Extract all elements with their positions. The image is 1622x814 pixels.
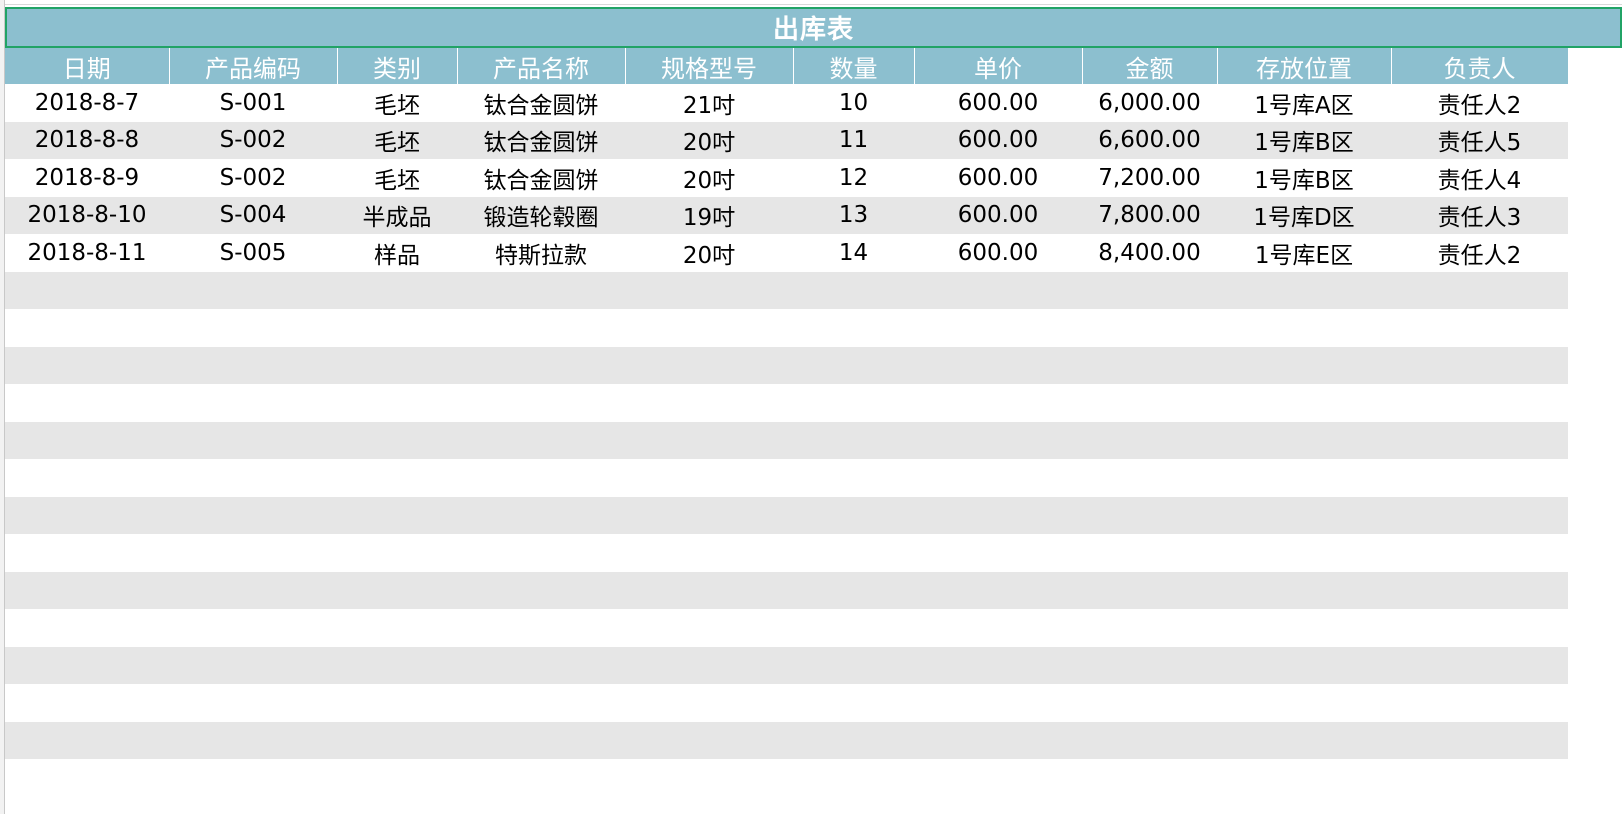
- table-cell[interactable]: 毛坯: [337, 159, 457, 197]
- table-cell[interactable]: 1号库D区: [1217, 196, 1391, 234]
- table-cell[interactable]: S-002: [169, 159, 337, 197]
- table-cell[interactable]: 2018-8-9: [5, 159, 169, 197]
- empty-cell[interactable]: [5, 609, 1568, 647]
- empty-row: [5, 721, 1568, 759]
- empty-cell[interactable]: [5, 496, 1568, 534]
- table-cell[interactable]: S-005: [169, 234, 337, 272]
- table-cell[interactable]: 20吋: [625, 234, 793, 272]
- table-cell[interactable]: 600.00: [914, 196, 1082, 234]
- table-cell[interactable]: 12: [793, 159, 914, 197]
- table-cell[interactable]: 1号库B区: [1217, 121, 1391, 159]
- table-cell[interactable]: 2018-8-7: [5, 84, 169, 122]
- table-cell[interactable]: 1号库E区: [1217, 234, 1391, 272]
- column-header[interactable]: 金额: [1082, 48, 1218, 84]
- column-header[interactable]: 规格型号: [625, 48, 794, 84]
- column-header[interactable]: 类别: [337, 48, 458, 84]
- spreadsheet-sheet: 出库表 日期 产品编码 类别 产品名称 规格型号 数量 单价 金额 存放位置 负…: [0, 0, 1622, 814]
- column-header[interactable]: 负责人: [1391, 48, 1569, 84]
- table-cell[interactable]: S-001: [169, 84, 337, 122]
- table-cell[interactable]: 6,600.00: [1082, 121, 1217, 159]
- table-cell[interactable]: 20吋: [625, 159, 793, 197]
- table-cell[interactable]: 责任人4: [1391, 159, 1568, 197]
- column-header[interactable]: 日期: [5, 48, 170, 84]
- empty-row: [5, 459, 1568, 497]
- table-cell[interactable]: 600.00: [914, 159, 1082, 197]
- empty-row: [5, 384, 1568, 422]
- column-header[interactable]: 产品名称: [457, 48, 626, 84]
- table-cell[interactable]: 600.00: [914, 84, 1082, 122]
- table-cell[interactable]: 责任人2: [1391, 234, 1568, 272]
- empty-row: [5, 646, 1568, 684]
- table-cell[interactable]: 8,400.00: [1082, 234, 1217, 272]
- table-cell[interactable]: 7,200.00: [1082, 159, 1217, 197]
- empty-cell[interactable]: [5, 459, 1568, 497]
- table-cell[interactable]: 19吋: [625, 196, 793, 234]
- empty-row: [5, 571, 1568, 609]
- empty-row: [5, 421, 1568, 459]
- empty-row: [5, 271, 1568, 309]
- empty-cell[interactable]: [5, 384, 1568, 422]
- empty-cell[interactable]: [5, 646, 1568, 684]
- empty-row: [5, 346, 1568, 384]
- table-cell[interactable]: 2018-8-10: [5, 196, 169, 234]
- table-cell[interactable]: 毛坯: [337, 84, 457, 122]
- table-cell[interactable]: 责任人2: [1391, 84, 1568, 122]
- empty-row: [5, 496, 1568, 534]
- column-header[interactable]: 单价: [914, 48, 1083, 84]
- table-cell[interactable]: 600.00: [914, 234, 1082, 272]
- column-header-strip: [0, 0, 1622, 5]
- empty-cell[interactable]: [5, 571, 1568, 609]
- table-cell[interactable]: 毛坯: [337, 121, 457, 159]
- table-row: 2018-8-8 S-002 毛坯 钛合金圆饼 20吋 11 600.00 6,…: [5, 121, 1568, 159]
- table-cell[interactable]: 钛合金圆饼: [457, 121, 625, 159]
- table-cell[interactable]: 1号库B区: [1217, 159, 1391, 197]
- empty-cell[interactable]: [5, 309, 1568, 347]
- empty-cell[interactable]: [5, 346, 1568, 384]
- table-cell[interactable]: 责任人3: [1391, 196, 1568, 234]
- empty-cell[interactable]: [5, 534, 1568, 572]
- title-cell[interactable]: 出库表: [5, 7, 1622, 48]
- empty-row: [5, 309, 1568, 347]
- table-cell[interactable]: 6,000.00: [1082, 84, 1217, 122]
- sheet-title: 出库表: [772, 15, 854, 45]
- table-row: 2018-8-7 S-001 毛坯 钛合金圆饼 21吋 10 600.00 6,…: [5, 84, 1568, 122]
- table-cell[interactable]: 特斯拉款: [457, 234, 625, 272]
- empty-cell[interactable]: [5, 271, 1568, 309]
- table-cell[interactable]: S-002: [169, 121, 337, 159]
- table-cell[interactable]: 600.00: [914, 121, 1082, 159]
- table-cell[interactable]: 13: [793, 196, 914, 234]
- table-cell[interactable]: 20吋: [625, 121, 793, 159]
- table-row: 2018-8-11 S-005 样品 特斯拉款 20吋 14 600.00 8,…: [5, 234, 1568, 272]
- table-cell[interactable]: 钛合金圆饼: [457, 159, 625, 197]
- column-header[interactable]: 产品编码: [169, 48, 338, 84]
- empty-cell[interactable]: [5, 421, 1568, 459]
- table-cell[interactable]: 锻造轮毂圈: [457, 196, 625, 234]
- empty-row: [5, 609, 1568, 647]
- table-cell[interactable]: 半成品: [337, 196, 457, 234]
- column-header[interactable]: 数量: [793, 48, 915, 84]
- header-row: 日期 产品编码 类别 产品名称 规格型号 数量 单价 金额 存放位置 负责人: [5, 48, 1569, 84]
- table-cell[interactable]: 7,800.00: [1082, 196, 1217, 234]
- table-cell[interactable]: 1号库A区: [1217, 84, 1391, 122]
- table-cell[interactable]: 21吋: [625, 84, 793, 122]
- table-cell[interactable]: 2018-8-8: [5, 121, 169, 159]
- empty-cell[interactable]: [5, 721, 1568, 759]
- data-table: 日期 产品编码 类别 产品名称 规格型号 数量 单价 金额 存放位置 负责人 2…: [5, 48, 1569, 759]
- table-cell[interactable]: 10: [793, 84, 914, 122]
- table-cell[interactable]: 11: [793, 121, 914, 159]
- table-row: 2018-8-9 S-002 毛坯 钛合金圆饼 20吋 12 600.00 7,…: [5, 159, 1568, 197]
- empty-cell[interactable]: [5, 684, 1568, 722]
- empty-row: [5, 684, 1568, 722]
- table-cell[interactable]: 14: [793, 234, 914, 272]
- table-row: 2018-8-10 S-004 半成品 锻造轮毂圈 19吋 13 600.00 …: [5, 196, 1568, 234]
- table-cell[interactable]: S-004: [169, 196, 337, 234]
- empty-row: [5, 534, 1568, 572]
- table-cell[interactable]: 钛合金圆饼: [457, 84, 625, 122]
- table-cell[interactable]: 样品: [337, 234, 457, 272]
- table-cell[interactable]: 2018-8-11: [5, 234, 169, 272]
- column-header[interactable]: 存放位置: [1217, 48, 1392, 84]
- table-cell[interactable]: 责任人5: [1391, 121, 1568, 159]
